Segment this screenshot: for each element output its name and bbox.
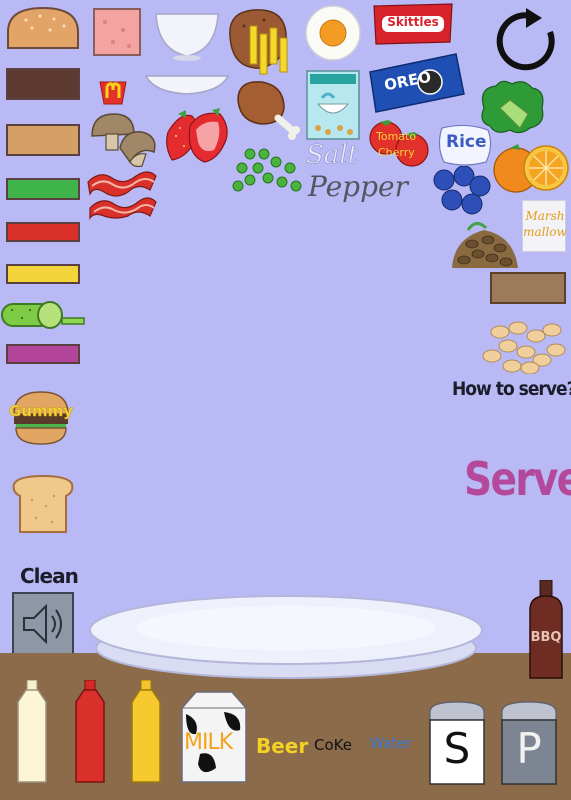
cucumber-icon xyxy=(1,301,85,329)
lettuce[interactable] xyxy=(476,78,548,138)
cheese-slice[interactable] xyxy=(6,264,80,284)
bowl-icon xyxy=(155,13,219,61)
mallow-label: mallow xyxy=(523,225,567,239)
top-bun-icon xyxy=(7,6,79,49)
restart-arrow-icon xyxy=(496,8,555,71)
pepper-label[interactable]: Pepper xyxy=(308,170,408,203)
beer-button[interactable]: Beer xyxy=(256,734,308,758)
empty-bowl[interactable] xyxy=(154,10,220,62)
bread-slice[interactable] xyxy=(12,474,74,534)
flat-dish[interactable] xyxy=(144,72,230,98)
mushrooms[interactable] xyxy=(90,112,160,168)
salt-label[interactable]: Salt xyxy=(306,140,359,171)
bread-slice-icon xyxy=(12,474,74,533)
peas[interactable] xyxy=(230,146,302,198)
gummy-label: Gummy xyxy=(8,402,74,421)
bbq-sauce-bottle[interactable]: BBQ xyxy=(526,579,566,680)
blueberries[interactable] xyxy=(430,165,494,218)
lettuce-icon xyxy=(481,80,544,134)
cereal-box-icon xyxy=(306,70,360,140)
lettuce-slice[interactable] xyxy=(6,178,80,200)
nuts-pile[interactable] xyxy=(450,220,520,270)
mayo-bottle[interactable] xyxy=(12,679,52,784)
bacon-icon xyxy=(87,171,157,220)
milk-label: MILK xyxy=(184,730,233,755)
ham-icon xyxy=(103,20,131,48)
salt-shaker[interactable]: S xyxy=(426,700,488,786)
tomato-icon xyxy=(369,120,429,167)
ham-slice[interactable] xyxy=(93,8,141,56)
dish-icon xyxy=(144,75,230,95)
strawberry-icon xyxy=(166,108,228,163)
marsh-label: Marsh xyxy=(525,209,565,223)
sound-toggle-button[interactable] xyxy=(12,592,74,656)
serve-button[interactable]: Serve xyxy=(464,452,571,506)
egg-icon xyxy=(305,5,361,61)
mayo-bottle-icon xyxy=(17,679,47,783)
peas-icon xyxy=(232,148,302,192)
potato-fries[interactable] xyxy=(224,6,294,78)
top-bun[interactable] xyxy=(6,6,80,50)
ketchup-bottle[interactable] xyxy=(70,679,110,784)
mushroom-icon xyxy=(91,113,156,168)
oreo-pack[interactable]: OREO xyxy=(362,52,466,114)
serving-plate[interactable] xyxy=(86,590,486,682)
nuts-icon xyxy=(452,222,518,268)
clean-label: Clean xyxy=(20,564,79,588)
tomato-label: Tomato xyxy=(376,130,417,143)
fries[interactable] xyxy=(96,72,130,106)
plate-icon xyxy=(89,595,483,679)
cherry-tomatoes[interactable]: Tomato Cherry xyxy=(366,116,434,172)
speaker-icon xyxy=(23,603,62,645)
pepper-shaker-label: P xyxy=(516,724,542,773)
milk-carton[interactable]: MILK xyxy=(180,690,248,784)
peanuts-icon xyxy=(482,321,566,375)
chicken-leg-icon xyxy=(237,81,300,140)
restart-button[interactable] xyxy=(494,6,564,76)
blueberry-icon xyxy=(433,165,491,215)
cheese-toast-slice[interactable] xyxy=(6,124,80,156)
water-button[interactable]: Water xyxy=(370,736,411,752)
coke-button[interactable]: CoKe xyxy=(314,736,352,754)
how-to-serve-link[interactable]: How to serve? xyxy=(452,378,571,400)
mustard-bottle-icon xyxy=(131,679,161,783)
skittles-pack[interactable]: Skittles xyxy=(372,2,454,46)
skittles-label: Skittles xyxy=(387,15,439,29)
orange-icon xyxy=(493,144,569,193)
ketchup-bottle-icon xyxy=(75,679,105,783)
pepper-shaker[interactable]: P xyxy=(498,700,560,786)
fried-egg[interactable] xyxy=(304,4,362,62)
cherry-label: Cherry xyxy=(378,146,415,159)
bacon[interactable] xyxy=(86,168,158,220)
cucumber[interactable] xyxy=(0,298,86,330)
cereal-box[interactable] xyxy=(306,70,360,140)
marshmallow-bag[interactable]: Marsh mallow xyxy=(522,200,567,252)
gummy-burger[interactable]: Gummy xyxy=(8,388,74,448)
fries-icon xyxy=(99,81,127,105)
chocolate-bar[interactable] xyxy=(490,272,566,304)
salt-shaker-label: S xyxy=(443,724,471,773)
tomato-slice[interactable] xyxy=(6,222,80,242)
bbq-label: BBQ xyxy=(530,630,562,645)
potato-icon xyxy=(229,9,288,75)
chocolate-slice[interactable] xyxy=(6,68,80,100)
jelly-slice[interactable] xyxy=(6,344,80,364)
strawberries[interactable] xyxy=(164,106,232,164)
chicken-leg[interactable] xyxy=(234,78,306,140)
mustard-bottle[interactable] xyxy=(126,679,166,784)
oranges[interactable] xyxy=(492,140,570,198)
peanuts[interactable] xyxy=(478,316,568,375)
